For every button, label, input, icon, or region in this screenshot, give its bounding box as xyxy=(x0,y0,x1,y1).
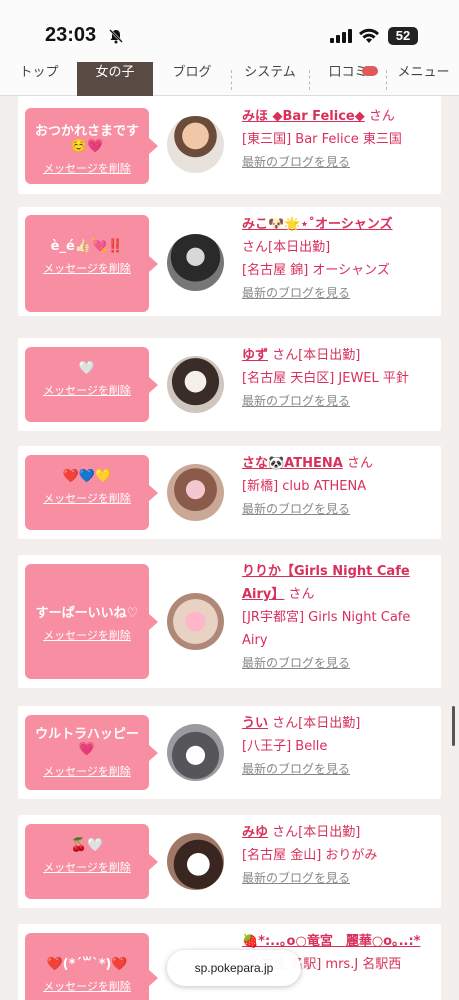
girl-name-link[interactable]: みこ🐶🌟⋆˚オーシャンズ xyxy=(242,217,393,232)
girl-name-link[interactable]: うい xyxy=(242,716,268,731)
girl-info: りりか【Girls Night Cafe Airy】 さん [JR宇都宮] Gi… xyxy=(242,560,427,675)
delete-message-link[interactable]: メッセージを削除 xyxy=(25,260,149,276)
store-name: [名古屋 金山] おりがみ xyxy=(242,848,378,863)
message-bubble: è_é👍🏻💘‼️ メッセージを削除 xyxy=(25,215,158,312)
girl-suffix: さん[本日出勤] xyxy=(272,825,361,840)
girl-info: うい さん[本日出勤] [八王子] Belle 最新のブログを見る xyxy=(242,712,427,781)
message-bubble: ❤️(*´꒳`*)❤️ メッセージを削除 xyxy=(25,933,158,1000)
latest-blog-link[interactable]: 最新のブログを見る xyxy=(242,871,350,885)
avatar[interactable] xyxy=(167,593,224,650)
latest-blog-link[interactable]: 最新のブログを見る xyxy=(242,155,350,169)
girl-info: ゆず さん[本日出勤] [名古屋 天白区] JEWEL 平針 最新のブログを見る xyxy=(242,344,427,413)
girl-name-link[interactable]: みゆ xyxy=(242,825,268,840)
delete-message-link[interactable]: メッセージを削除 xyxy=(25,763,149,779)
list-item: ❤️💙💛 メッセージを削除 さな🐼ATHENA さん [新橋] club ATH… xyxy=(18,446,441,539)
girl-name-link[interactable]: 🍓*:..｡o○竜宮 麗華○o｡..:* xyxy=(242,934,420,949)
tab-top[interactable]: トップ xyxy=(0,62,78,96)
list-item: è_é👍🏻💘‼️ メッセージを削除 みこ🐶🌟⋆˚オーシャンズ さん[本日出勤] … xyxy=(18,207,441,316)
store-name: [八王子] Belle xyxy=(242,739,328,754)
delete-message-link[interactable]: メッセージを削除 xyxy=(25,627,149,643)
avatar[interactable] xyxy=(167,833,224,890)
message-text: おつかれさまです☺️💗 xyxy=(34,124,139,154)
list-item: すーぱーいいね♡ メッセージを削除 りりか【Girls Night Cafe A… xyxy=(18,555,441,688)
girl-suffix: さん xyxy=(368,109,395,124)
message-text: ウルトラハッピー💗 xyxy=(35,727,139,757)
store-name: [東三国] Bar Felice 東三国 xyxy=(242,132,402,147)
delete-message-link[interactable]: メッセージを削除 xyxy=(25,490,149,506)
avatar[interactable] xyxy=(167,464,224,521)
tab-girls[interactable]: 女の子 xyxy=(77,62,153,96)
delete-message-link[interactable]: メッセージを削除 xyxy=(25,382,149,398)
delete-message-link[interactable]: メッセージを削除 xyxy=(25,978,149,994)
girl-suffix: さん xyxy=(288,587,315,602)
tab-system[interactable]: システム xyxy=(232,62,308,96)
store-name: [名古屋 天白区] JEWEL 平針 xyxy=(242,371,409,386)
girl-name-link[interactable]: さな🐼ATHENA xyxy=(242,456,343,471)
list-item: ウルトラハッピー💗 メッセージを削除 うい さん[本日出勤] [八王子] Bel… xyxy=(18,706,441,799)
girl-suffix: さん[本日出勤] xyxy=(272,716,361,731)
scrollbar[interactable] xyxy=(452,706,455,746)
wifi-icon xyxy=(359,28,379,43)
girl-name-link[interactable]: りりか【Girls Night Cafe Airy】 xyxy=(242,564,410,602)
girl-suffix: さん xyxy=(346,456,373,471)
delete-message-link[interactable]: メッセージを削除 xyxy=(25,859,149,875)
store-name: [新橋] club ATHENA xyxy=(242,479,367,494)
message-bubble: すーぱーいいね♡ メッセージを削除 xyxy=(25,564,158,679)
latest-blog-link[interactable]: 最新のブログを見る xyxy=(242,394,350,408)
battery-icon: 52 xyxy=(388,27,418,45)
tab-menu[interactable]: メニュー xyxy=(388,62,459,96)
list-item: おつかれさまです☺️💗 メッセージを削除 みほ ◆Bar Felice◆ さん … xyxy=(18,96,441,194)
message-text: ❤️(*´꒳`*)❤️ xyxy=(46,957,128,972)
message-bubble: おつかれさまです☺️💗 メッセージを削除 xyxy=(25,108,158,184)
girl-suffix: さん[本日出勤] xyxy=(272,348,361,363)
nav-tabs: トップ 女の子 ブログ システム 口コミ メニュー xyxy=(0,62,459,96)
girl-info: みこ🐶🌟⋆˚オーシャンズ さん[本日出勤] [名古屋 錦] オーシャンズ 最新の… xyxy=(242,213,427,305)
girl-name-link[interactable]: みほ ◆Bar Felice◆ xyxy=(242,109,365,124)
message-bubble: 🍒🤍 メッセージを削除 xyxy=(25,824,158,899)
store-name: [名古屋 錦] オーシャンズ xyxy=(242,263,390,278)
delete-message-link[interactable]: メッセージを削除 xyxy=(25,160,149,176)
message-text: ❤️💙💛 xyxy=(62,469,112,484)
store-name: [JR宇都宮] Girls Night Cafe Airy xyxy=(242,610,411,648)
url-bar[interactable]: sp.pokepara.jp xyxy=(167,950,301,986)
latest-blog-link[interactable]: 最新のブログを見る xyxy=(242,286,350,300)
message-text: 🤍 xyxy=(78,361,96,376)
bell-muted-icon xyxy=(109,29,123,44)
status-bar: 23:03 52 xyxy=(0,0,459,62)
girl-suffix: さん[本日出勤] xyxy=(242,240,331,255)
girl-info: みほ ◆Bar Felice◆ さん [東三国] Bar Felice 東三国 … xyxy=(242,105,427,174)
list-item: 🤍 メッセージを削除 ゆず さん[本日出勤] [名古屋 天白区] JEWEL 平… xyxy=(18,338,441,431)
tab-blog[interactable]: ブログ xyxy=(154,62,230,96)
avatar[interactable] xyxy=(167,116,224,173)
avatar[interactable] xyxy=(167,234,224,291)
latest-blog-link[interactable]: 最新のブログを見る xyxy=(242,502,350,516)
status-time: 23:03 xyxy=(45,24,97,46)
message-bubble: ❤️💙💛 メッセージを削除 xyxy=(25,455,158,530)
girl-info: みゆ さん[本日出勤] [名古屋 金山] おりがみ 最新のブログを見る xyxy=(242,821,427,890)
girl-name-link[interactable]: ゆず xyxy=(242,348,268,363)
latest-blog-link[interactable]: 最新のブログを見る xyxy=(242,762,350,776)
notification-badge xyxy=(362,66,378,76)
message-text: 🍒🤍 xyxy=(70,838,104,853)
girl-info: さな🐼ATHENA さん [新橋] club ATHENA 最新のブログを見る xyxy=(242,452,427,521)
latest-blog-link[interactable]: 最新のブログを見る xyxy=(242,656,350,670)
message-text: すーぱーいいね♡ xyxy=(35,606,139,621)
list-item: 🍒🤍 メッセージを削除 みゆ さん[本日出勤] [名古屋 金山] おりがみ 最新… xyxy=(18,815,441,908)
avatar[interactable] xyxy=(167,724,224,781)
message-text: è_é👍🏻💘‼️ xyxy=(50,239,124,254)
message-bubble: ウルトラハッピー💗 メッセージを削除 xyxy=(25,715,158,790)
signal-icon xyxy=(330,29,352,43)
avatar[interactable] xyxy=(167,356,224,413)
message-bubble: 🤍 メッセージを削除 xyxy=(25,347,158,422)
